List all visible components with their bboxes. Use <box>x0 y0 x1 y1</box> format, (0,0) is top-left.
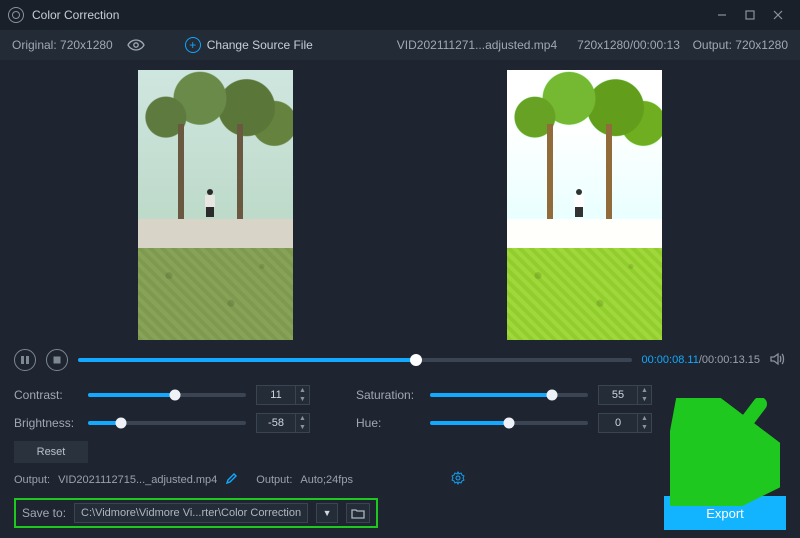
brightness-label: Brightness: <box>14 416 78 430</box>
open-folder-button[interactable] <box>346 503 370 523</box>
seek-slider[interactable] <box>78 358 632 362</box>
hue-label: Hue: <box>356 416 420 430</box>
adjusted-preview <box>507 70 662 340</box>
total-time: 00:00:13.15 <box>702 354 760 366</box>
maximize-button[interactable] <box>736 1 764 29</box>
contrast-spinner[interactable]: 11 ▲▼ <box>256 385 310 405</box>
window-title: Color Correction <box>32 8 708 22</box>
save-to-label: Save to: <box>22 506 66 520</box>
header-bar: Original: 720x1280 + Change Source File … <box>0 30 800 60</box>
chevron-down-icon[interactable]: ▼ <box>638 395 651 404</box>
save-to-row: Save to: C:\Vidmore\Vidmore Vi...rter\Co… <box>14 498 378 528</box>
chevron-up-icon[interactable]: ▲ <box>296 386 309 395</box>
save-path-field[interactable]: C:\Vidmore\Vidmore Vi...rter\Color Corre… <box>74 503 308 523</box>
output-prefix: Output: <box>14 474 50 486</box>
source-dimensions: 720x1280/00:00:13 <box>577 38 680 52</box>
app-logo-icon <box>8 7 24 23</box>
saturation-value: 55 <box>599 389 637 401</box>
saturation-spinner[interactable]: 55 ▲▼ <box>598 385 652 405</box>
chevron-down-icon[interactable]: ▼ <box>296 423 309 432</box>
original-preview <box>138 70 293 340</box>
chevron-down-icon[interactable]: ▼ <box>638 423 651 432</box>
output-dimensions-label: Output: 720x1280 <box>693 38 788 52</box>
change-source-label: Change Source File <box>207 38 313 52</box>
chevron-up-icon[interactable]: ▲ <box>638 386 651 395</box>
pause-button[interactable] <box>14 349 36 371</box>
contrast-value: 11 <box>257 389 295 401</box>
plus-circle-icon: + <box>185 37 201 53</box>
contrast-label: Contrast: <box>14 388 78 402</box>
playback-time: 00:00:08.11/00:00:13.15 <box>642 354 760 366</box>
chevron-up-icon[interactable]: ▲ <box>638 414 651 423</box>
preview-toggle-icon[interactable] <box>127 39 145 51</box>
saturation-slider[interactable] <box>430 393 588 397</box>
titlebar: Color Correction <box>0 0 800 30</box>
bottom-bar: Save to: C:\Vidmore\Vidmore Vi...rter\Co… <box>0 492 800 538</box>
source-filename: VID202111271...adjusted.mp4 <box>397 38 557 52</box>
settings-button[interactable] <box>451 471 465 488</box>
brightness-spinner[interactable]: -58 ▲▼ <box>256 413 310 433</box>
preview-area <box>0 60 800 345</box>
chevron-down-icon[interactable]: ▼ <box>296 395 309 404</box>
hue-value: 0 <box>599 417 637 429</box>
hue-slider[interactable] <box>430 421 588 425</box>
change-source-button[interactable]: + Change Source File <box>185 37 313 53</box>
brightness-value: -58 <box>257 417 295 429</box>
output-info-bar: Output: VID2021112715..._adjusted.mp4 Ou… <box>0 463 800 492</box>
saturation-label: Saturation: <box>356 388 420 402</box>
reset-button[interactable]: Reset <box>14 441 88 463</box>
edit-filename-button[interactable] <box>225 472 238 488</box>
hue-spinner[interactable]: 0 ▲▼ <box>598 413 652 433</box>
stop-button[interactable] <box>46 349 68 371</box>
current-time: 00:00:08.11 <box>642 354 699 366</box>
output-filename: VID2021112715..._adjusted.mp4 <box>58 474 217 486</box>
playback-bar: 00:00:08.11/00:00:13.15 <box>0 345 800 379</box>
output-format-prefix: Output: <box>256 474 292 486</box>
volume-icon[interactable] <box>770 352 786 369</box>
save-path-dropdown[interactable]: ▼ <box>316 503 338 523</box>
original-dimensions-label: Original: 720x1280 <box>12 38 113 52</box>
close-button[interactable] <box>764 1 792 29</box>
adjustment-controls: Contrast: 11 ▲▼ Saturation: 55 ▲▼ Bright… <box>0 379 800 463</box>
minimize-button[interactable] <box>708 1 736 29</box>
chevron-up-icon[interactable]: ▲ <box>296 414 309 423</box>
export-button[interactable]: Export <box>664 496 786 530</box>
brightness-slider[interactable] <box>88 421 246 425</box>
contrast-slider[interactable] <box>88 393 246 397</box>
output-format: Auto;24fps <box>300 474 353 486</box>
